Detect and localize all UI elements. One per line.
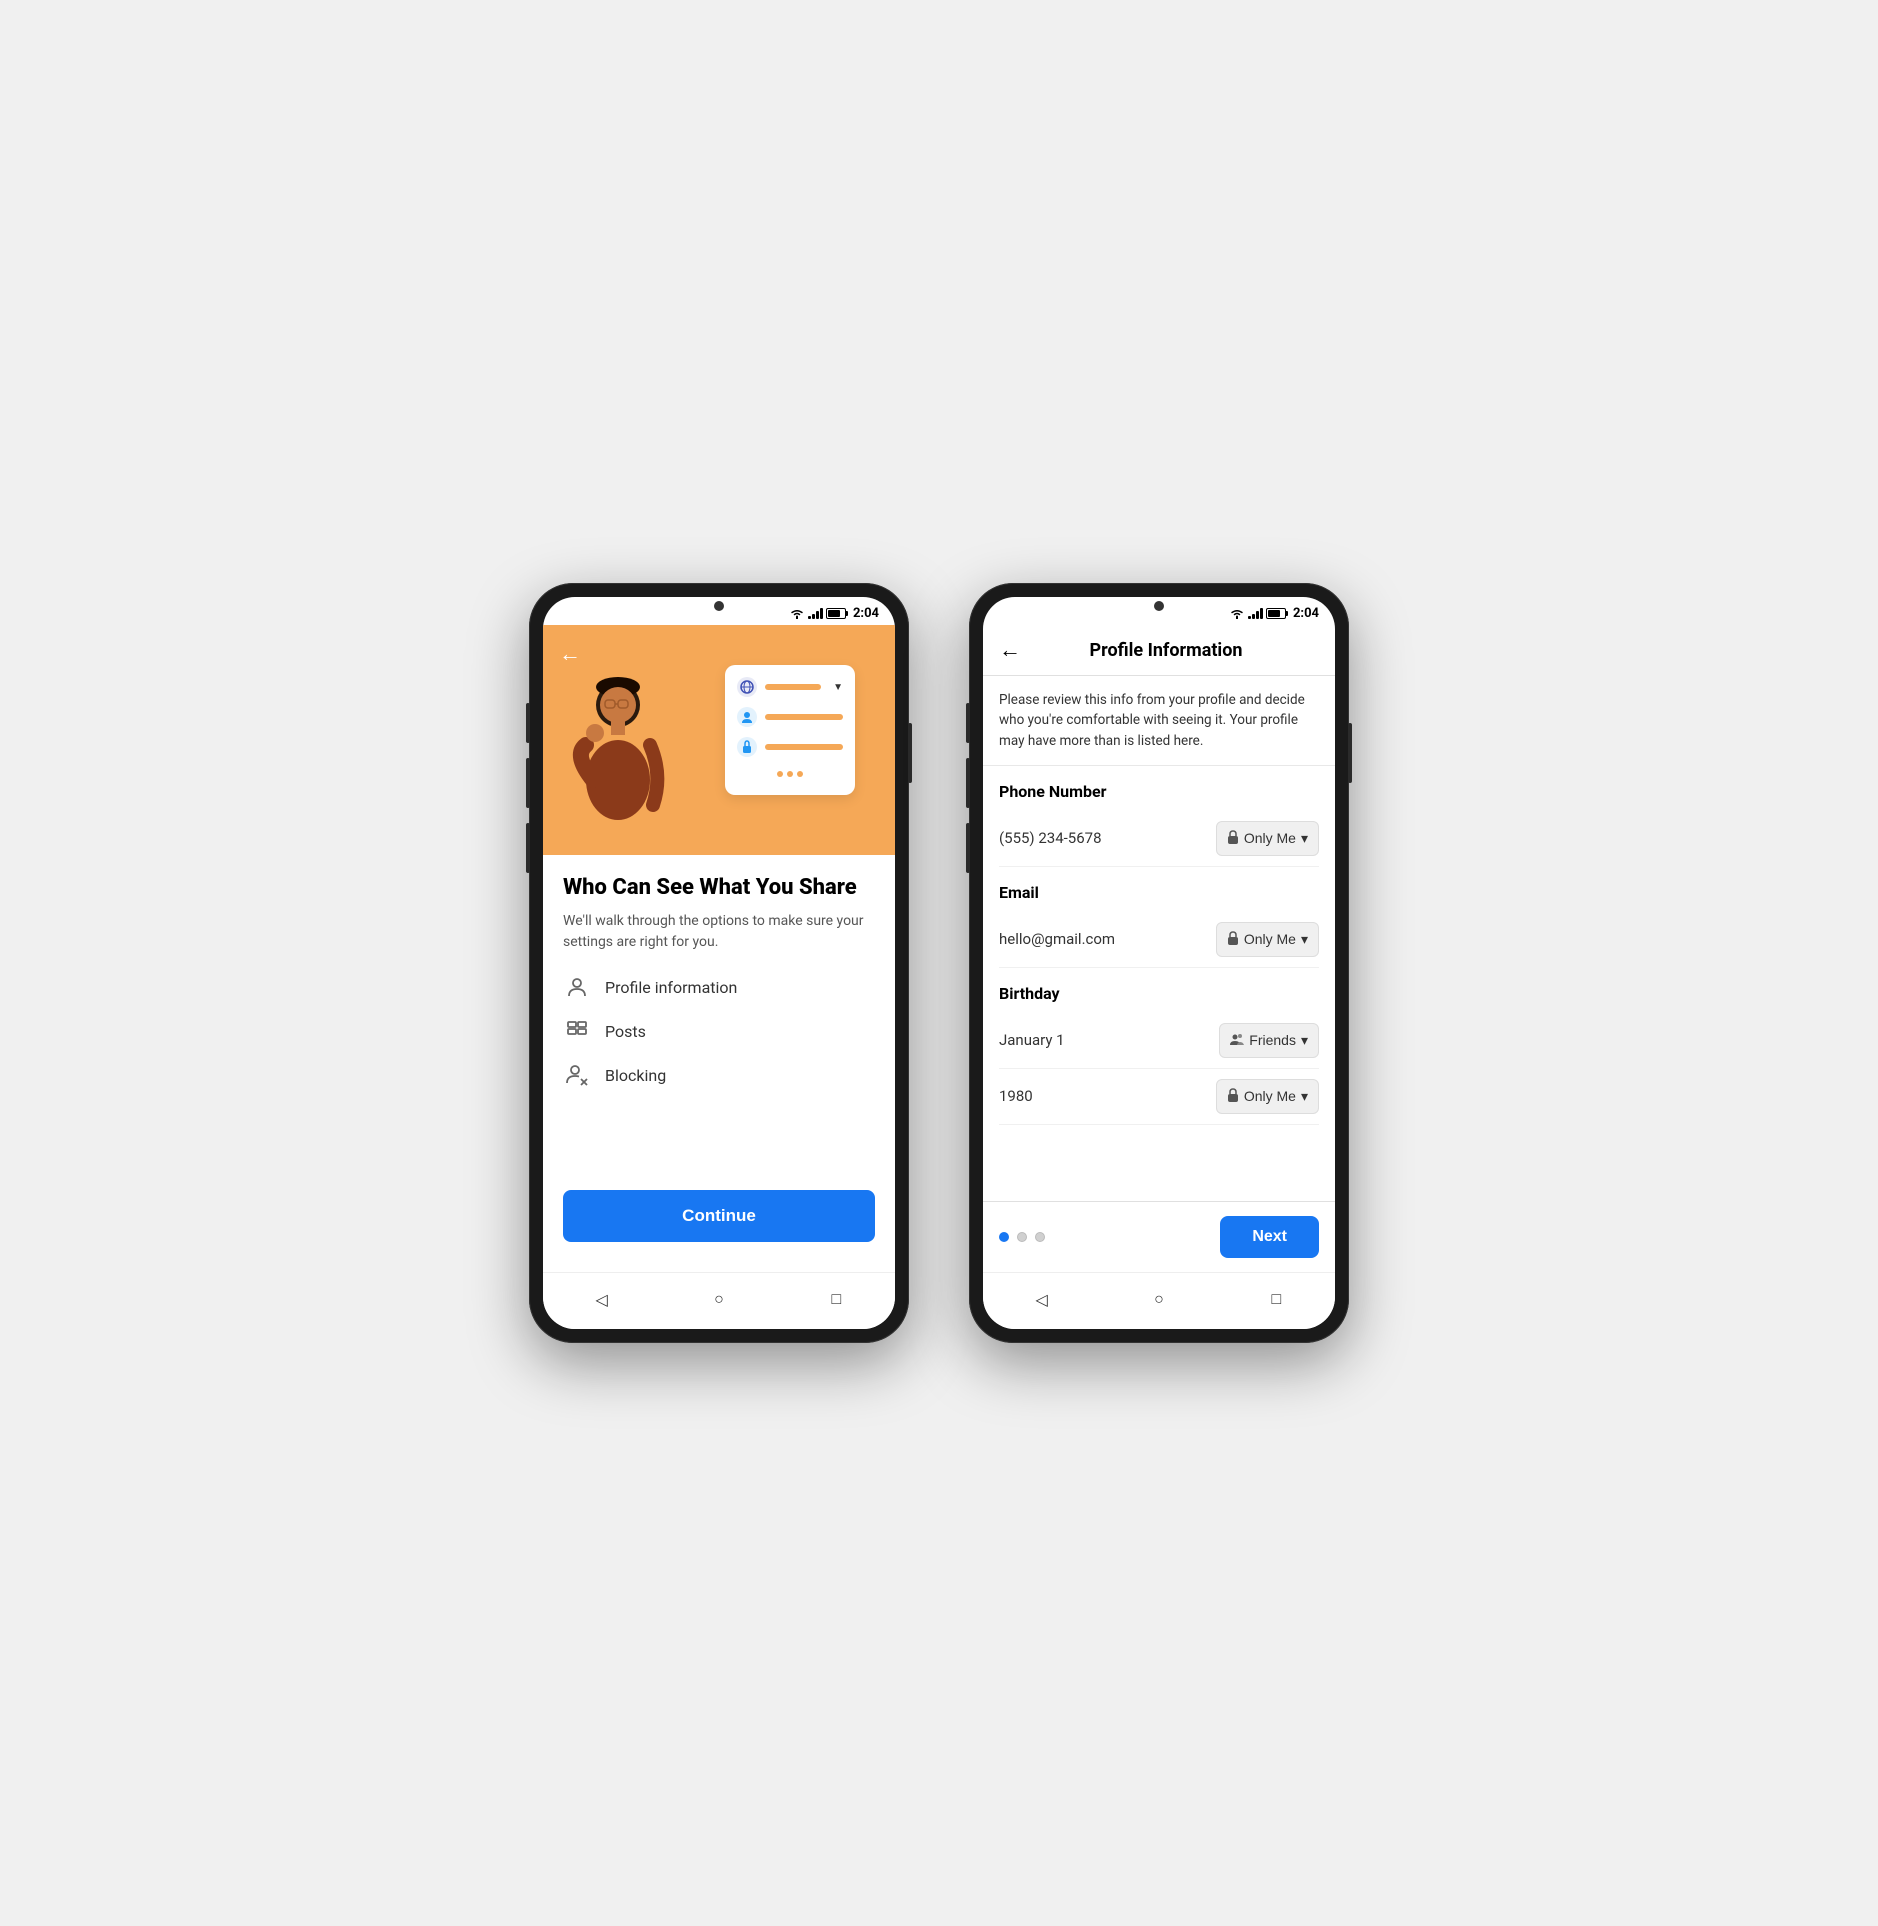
status-time-1: 2:04 [853,606,879,621]
nav-recent-2[interactable]: □ [1262,1285,1290,1313]
feature-list: Profile information Posts Blocking [563,973,875,1089]
nav-bar-2: ◁ ○ □ [983,1272,1335,1329]
phone-1-screen: 2:04 ← [543,597,895,1329]
feature-item-posts: Posts [563,1017,875,1045]
section-title-1: Email [999,867,1319,912]
row-value-1-0: hello@gmail.com [999,930,1115,948]
phone1-title: Who Can See What You Share [563,875,875,901]
section-title-2: Birthday [999,968,1319,1013]
feature-item-profile: Profile information [563,973,875,1001]
privacy-dropdown-0-0[interactable]: Only Me ▾ [1216,821,1319,856]
privacy-label-2-1: Only Me [1244,1088,1296,1104]
nav-home-1[interactable]: ○ [705,1285,733,1313]
phone-2: 2:04 ← Profile Information Please review… [969,583,1349,1343]
privacy-icon-1-0 [1227,931,1239,948]
status-icons-2: 2:04 [1229,606,1319,621]
silent-button [526,823,530,873]
hero-illustration: ▼ [543,625,895,855]
section-row-0-0: (555) 234-5678 Only Me ▾ [999,811,1319,867]
grid-icon [563,1017,591,1045]
next-button[interactable]: Next [1220,1216,1319,1258]
phone-1: 2:04 ← [529,583,909,1343]
power-button-2 [1348,723,1352,783]
volume-up-button [526,703,530,743]
page-title: Profile Information [1037,640,1319,661]
row-value-2-0: January 1 [999,1031,1065,1049]
privacy-icon-0-0 [1227,830,1239,847]
row-value-0-0: (555) 234-5678 [999,829,1102,847]
section-title-0: Phone Number [999,766,1319,811]
volume-down-button-2 [966,758,970,808]
nav-back-1[interactable]: ◁ [588,1285,616,1313]
status-time-2: 2:04 [1293,606,1319,621]
scroll-area[interactable]: Phone Number (555) 234-5678 Only Me ▾ Em… [983,766,1335,1201]
phone-2-screen: 2:04 ← Profile Information Please review… [983,597,1335,1329]
continue-button[interactable]: Continue [563,1190,875,1242]
phones-container: 2:04 ← [529,583,1349,1343]
camera-notch [714,601,724,611]
phone1-content: ← [543,625,895,1272]
person-illustration [563,665,693,855]
phone1-body: Who Can See What You Share We'll walk th… [543,855,895,1272]
hero-banner: ← [543,625,895,855]
volume-up-button-2 [966,703,970,743]
feature-label-profile: Profile information [605,978,737,997]
signal-icon-2 [1248,607,1263,619]
wifi-icon-2 [1229,607,1245,619]
nav-bar-1: ◁ ○ □ [543,1272,895,1329]
phone2-content: ← Profile Information Please review this… [983,625,1335,1272]
page-dot-2 [1035,1232,1045,1242]
battery-icon-2 [1266,608,1288,619]
privacy-dropdown-2-0[interactable]: Friends ▾ [1219,1023,1319,1058]
settings-row-lock [737,737,843,757]
wifi-icon [789,607,805,619]
row-value-2-1: 1980 [999,1087,1033,1105]
privacy-label-0-0: Only Me [1244,830,1296,846]
person-off-icon [563,1061,591,1089]
feature-label-posts: Posts [605,1022,646,1041]
silent-button-2 [966,823,970,873]
power-button [908,723,912,783]
pagination-dots-illus [737,771,843,777]
battery-icon [826,608,848,619]
settings-row-globe: ▼ [737,677,843,697]
page-dot-0 [999,1232,1009,1242]
header-back-btn[interactable]: ← [999,637,1021,663]
privacy-chevron-0-0: ▾ [1301,830,1308,847]
person-icon [563,973,591,1001]
privacy-icon-2-1 [1227,1088,1239,1105]
privacy-chevron-1-0: ▾ [1301,931,1308,948]
page-description: Please review this info from your profil… [983,676,1335,766]
page-header: ← Profile Information [983,625,1335,676]
signal-icon [808,607,823,619]
feature-item-blocking: Blocking [563,1061,875,1089]
feature-label-blocking: Blocking [605,1066,666,1085]
pagination-dots [999,1232,1045,1242]
section-row-2-0: January 1 Friends ▾ [999,1013,1319,1069]
privacy-chevron-2-1: ▾ [1301,1088,1308,1105]
settings-card-illustration: ▼ [725,665,855,795]
section-row-1-0: hello@gmail.com Only Me ▾ [999,912,1319,968]
nav-back-2[interactable]: ◁ [1028,1285,1056,1313]
dropdown-arrow: ▼ [833,682,843,693]
privacy-icon-2-0 [1230,1032,1244,1049]
privacy-label-2-0: Friends [1249,1032,1296,1048]
status-icons-1: 2:04 [789,606,879,621]
phone1-subtitle: We'll walk through the options to make s… [563,911,875,953]
camera-notch-2 [1154,601,1164,611]
settings-row-person [737,707,843,727]
privacy-label-1-0: Only Me [1244,931,1296,947]
privacy-chevron-2-0: ▾ [1301,1032,1308,1049]
page-dot-1 [1017,1232,1027,1242]
volume-down-button [526,758,530,808]
bottom-bar: Next [983,1201,1335,1272]
nav-recent-1[interactable]: □ [822,1285,850,1313]
section-row-2-1: 1980 Only Me ▾ [999,1069,1319,1125]
privacy-dropdown-2-1[interactable]: Only Me ▾ [1216,1079,1319,1114]
privacy-dropdown-1-0[interactable]: Only Me ▾ [1216,922,1319,957]
nav-home-2[interactable]: ○ [1145,1285,1173,1313]
